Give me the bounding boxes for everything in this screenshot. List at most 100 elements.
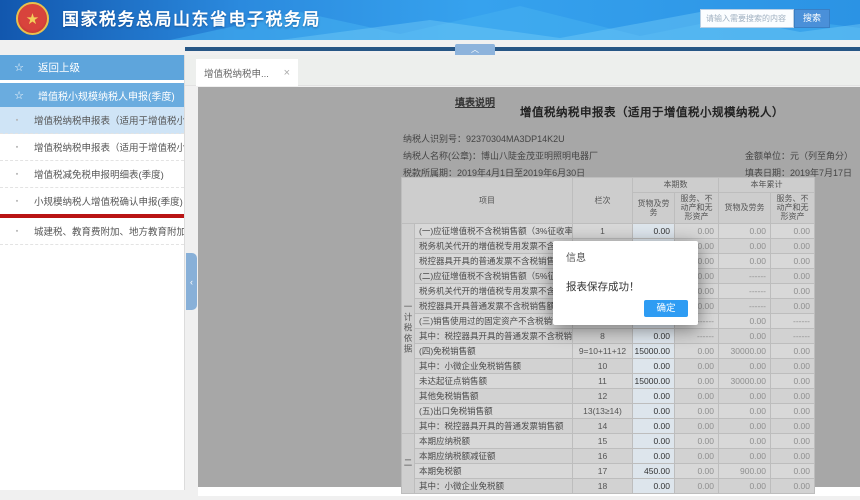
value-cell: 0.00 xyxy=(675,223,719,238)
taxpayer-name-value: 博山八陡金茂亚明照明电器厂 xyxy=(481,151,598,161)
table-row: (五)出口免税销售额13(13≥14)0.000.000.000.00 xyxy=(402,403,815,418)
row-no: 18 xyxy=(573,478,633,493)
row-no: 17 xyxy=(573,463,633,478)
ok-button[interactable]: 确定 xyxy=(644,300,688,317)
value-cell: 0.00 xyxy=(771,268,815,283)
table-row: 二本期应纳税额150.000.000.000.00 xyxy=(402,433,815,448)
sidebar-item[interactable]: ▪增值税减免税申报明细表(季度) xyxy=(0,161,184,188)
col-header-goods: 货物及劳务 xyxy=(633,193,675,224)
sidebar-group-label: 增值税小规模纳税人申报(季度) xyxy=(38,88,175,103)
value-cell[interactable]: 15000.00 xyxy=(633,373,675,388)
row-no: 8 xyxy=(573,328,633,343)
value-cell[interactable]: 0.00 xyxy=(633,358,675,373)
tab-bar: 增值税纳税申... × xyxy=(185,55,860,86)
tax-period-row: 税款所属期：2019年4月1日至2019年6月30日 xyxy=(403,166,585,179)
value-cell: ------ xyxy=(719,298,771,313)
sidebar-item[interactable]: ▪城建税、教育费附加、地方教育附加税(... xyxy=(0,218,184,245)
value-cell: 900.00 xyxy=(719,463,771,478)
value-cell[interactable]: 0.00 xyxy=(633,448,675,463)
value-cell: 0.00 xyxy=(771,283,815,298)
row-label: (一)应征增值税不含税销售额（3%征收率） xyxy=(415,223,573,238)
value-cell: ------ xyxy=(675,328,719,343)
value-cell: 0.00 xyxy=(771,388,815,403)
value-cell: 0.00 xyxy=(719,238,771,253)
row-no: 16 xyxy=(573,448,633,463)
tab-vat-return[interactable]: 增值税纳税申... × xyxy=(196,59,298,86)
bullet-icon: ▪ xyxy=(0,171,34,178)
sidebar-item[interactable]: ▪增值税纳税申报表（适用于增值税小规模... xyxy=(0,134,184,161)
table-row: 本期应纳税额减征额160.000.000.000.00 xyxy=(402,448,815,463)
table-row: 一计税依据(一)应征增值税不含税销售额（3%征收率）10.000.000.000… xyxy=(402,223,815,238)
value-cell: 0.00 xyxy=(719,433,771,448)
value-cell: 0.00 xyxy=(771,298,815,313)
col-header-services: 服务、不动产和无形资产 xyxy=(771,193,815,224)
row-label: 其中：税控器具开具的普通发票销售额 xyxy=(415,418,573,433)
sidebar-group-item[interactable]: ☆ 增值税小规模纳税人申报(季度) xyxy=(0,83,184,107)
search-input[interactable] xyxy=(700,9,794,28)
value-cell: 0.00 xyxy=(771,223,815,238)
sidebar-item[interactable]: ▪增值税纳税申报表（适用于增值税小规模... xyxy=(0,107,184,134)
fill-instructions-link[interactable]: 填表说明 xyxy=(455,94,495,109)
value-cell: 30000.00 xyxy=(719,343,771,358)
col-header-ytd: 本年累计 xyxy=(719,178,815,193)
value-cell[interactable]: 0.00 xyxy=(633,478,675,493)
value-cell[interactable]: 0.00 xyxy=(633,433,675,448)
row-label: 税务机关代开的增值税专用发票不含税销售额 xyxy=(415,283,573,298)
sidebar-item-label: 增值税减免税申报明细表(季度) xyxy=(34,167,184,181)
value-cell: 0.00 xyxy=(675,448,719,463)
sidebar-back-item[interactable]: ☆ 返回上级 xyxy=(0,55,184,80)
row-no: 15 xyxy=(573,433,633,448)
row-no: 14 xyxy=(573,418,633,433)
table-row: (四)免税销售额9=10+11+1215000.000.0030000.000.… xyxy=(402,343,815,358)
value-cell[interactable]: 0.00 xyxy=(633,403,675,418)
row-label: (三)销售使用过的固定资产不含税销售额 xyxy=(415,313,573,328)
sidebar-collapse-handle[interactable]: ‹ xyxy=(186,253,197,310)
fill-date-label: 填表日期： xyxy=(745,168,790,178)
value-cell[interactable]: 0.00 xyxy=(633,418,675,433)
amount-unit-value: 元（列至角分） xyxy=(790,151,853,161)
value-cell: 0.00 xyxy=(675,358,719,373)
value-cell: 0.00 xyxy=(771,358,815,373)
section-label: 一计税依据 xyxy=(402,223,415,433)
value-cell: 0.00 xyxy=(719,403,771,418)
search-button[interactable]: 搜索 xyxy=(794,9,830,28)
tab-label: 增值税纳税申... xyxy=(204,66,269,80)
bullet-icon: ▪ xyxy=(0,228,34,235)
dialog-title: 信息 xyxy=(566,249,586,264)
value-cell[interactable]: 450.00 xyxy=(633,463,675,478)
value-cell[interactable]: 0.00 xyxy=(633,328,675,343)
header-search: 搜索 xyxy=(700,9,830,28)
sidebar-item-label: 城建税、教育费附加、地方教育附加税(... xyxy=(34,224,184,238)
taxpayer-id-row: 纳税人识别号：92370304MA3DP14K2U xyxy=(403,132,565,145)
sidebar-item[interactable]: ▪小规模纳税人增值税确认申报(季度) xyxy=(0,188,184,218)
amount-unit-row: 金额单位：元（列至角分） xyxy=(745,149,853,162)
row-label: 本期免税额 xyxy=(415,463,573,478)
row-label: 本期应纳税额减征额 xyxy=(415,448,573,463)
row-label: 其中：税控器具开具的普通发票不含税销售额 xyxy=(415,328,573,343)
sidebar: ☆ 返回上级 ☆ 增值税小规模纳税人申报(季度) ▪增值税纳税申报表（适用于增值… xyxy=(0,55,185,490)
value-cell: 0.00 xyxy=(771,343,815,358)
row-no: 11 xyxy=(573,373,633,388)
bullet-icon: ▪ xyxy=(0,117,34,124)
taxpayer-name-label: 纳税人名称(公章)： xyxy=(403,151,481,161)
row-no: 12 xyxy=(573,388,633,403)
value-cell: 0.00 xyxy=(771,403,815,418)
value-cell: ------ xyxy=(771,328,815,343)
row-label: 本期应纳税额 xyxy=(415,433,573,448)
close-icon[interactable]: × xyxy=(284,67,290,79)
value-cell[interactable]: 0.00 xyxy=(633,388,675,403)
value-cell: 0.00 xyxy=(675,418,719,433)
value-cell: 0.00 xyxy=(771,478,815,493)
value-cell: 0.00 xyxy=(771,463,815,478)
row-label: 其中：小微企业免税销售额 xyxy=(415,358,573,373)
col-header-item: 项目 xyxy=(402,178,573,224)
tax-period-label: 税款所属期： xyxy=(403,168,457,178)
value-cell[interactable]: 0.00 xyxy=(633,223,675,238)
row-label: 税控器具开具的普通发票不含税销售额 xyxy=(415,253,573,268)
row-no: 1 xyxy=(573,223,633,238)
value-cell: 0.00 xyxy=(719,418,771,433)
value-cell: 0.00 xyxy=(771,433,815,448)
vat-declaration-table: 项目 栏次 本期数 本年累计 货物及劳务 服务、不动产和无形资产 货物及劳务 服… xyxy=(401,177,815,494)
value-cell[interactable]: 15000.00 xyxy=(633,343,675,358)
value-cell: 0.00 xyxy=(719,223,771,238)
